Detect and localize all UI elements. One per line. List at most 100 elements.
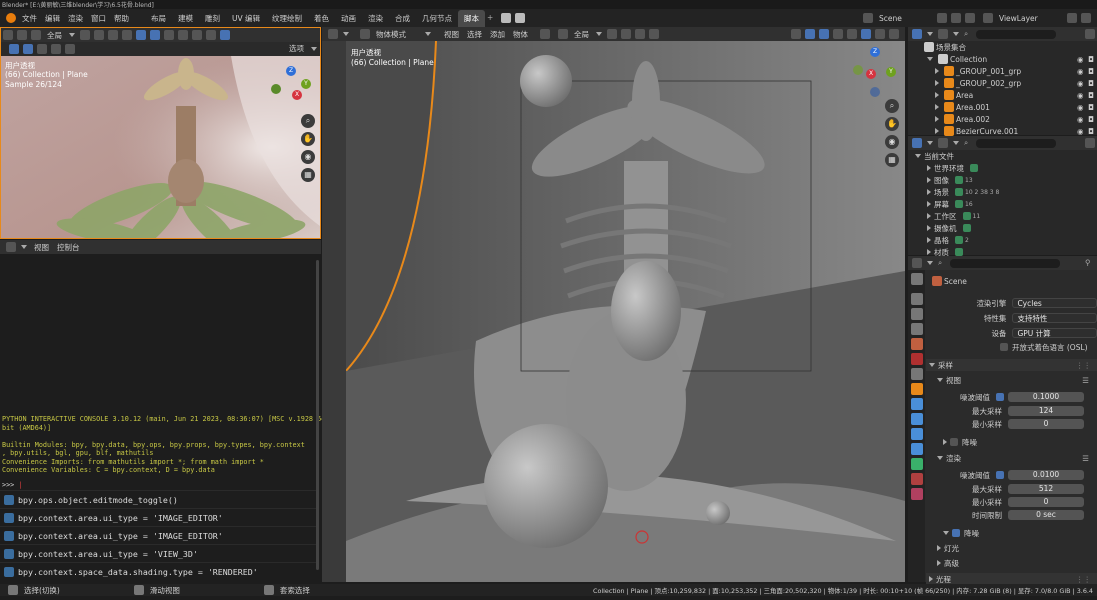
expand-arrow-icon[interactable] (927, 177, 931, 183)
viewport-menu-item-3[interactable]: 物体 (509, 29, 532, 40)
console-scrollbar[interactable] (316, 260, 319, 570)
r-max-samples-field[interactable]: 512 (1008, 484, 1084, 494)
object-tab-icon[interactable] (910, 383, 923, 395)
workspace-tab-7[interactable]: 渲染 (362, 10, 389, 27)
vp-denoise-label[interactable]: 降噪 (958, 437, 981, 448)
expand-arrow-icon[interactable] (935, 80, 939, 86)
blend-root[interactable]: 当前文件 (908, 150, 1097, 162)
view-layer-name[interactable]: ViewLayer (995, 14, 1065, 23)
search-icon[interactable]: ⌕ (964, 29, 974, 39)
workspace-tab-10[interactable]: 脚本 (458, 9, 486, 27)
workspace-tab-2[interactable]: 雕刻 (199, 10, 226, 27)
constraints-tab-icon[interactable] (910, 443, 923, 455)
pivot-icon[interactable] (80, 30, 90, 40)
expand-arrow-icon[interactable] (927, 189, 931, 195)
select-mode-subtract-icon[interactable] (51, 43, 61, 54)
r-noise-threshold-field[interactable]: 0.0100 (1008, 470, 1084, 480)
menu-item-3[interactable]: 窗口 (87, 13, 110, 24)
viewport-menu-item-2[interactable]: 添加 (486, 29, 509, 40)
world-tab-icon[interactable] (910, 353, 923, 365)
osl-checkbox[interactable] (1000, 343, 1008, 351)
search-icon[interactable]: ⌕ (938, 258, 948, 268)
expand-arrow-icon[interactable] (927, 201, 931, 207)
wireframe-shading-icon[interactable] (178, 30, 188, 40)
expand-arrow-icon[interactable] (935, 104, 939, 110)
history-item[interactable]: bpy.context.area.ui_type = 'IMAGE_EDITOR… (0, 526, 318, 544)
workspace-tab-3[interactable]: UV 编辑 (226, 10, 266, 27)
view-layer-tab-icon[interactable] (910, 323, 923, 335)
axis-x-icon[interactable]: X (292, 90, 302, 100)
workspace-tab-8[interactable]: 合成 (389, 10, 416, 27)
eye-icon[interactable]: ◉ (1077, 55, 1085, 64)
axis-gizmo[interactable]: Z Y X (269, 64, 313, 108)
axis-neg-z-icon[interactable] (870, 87, 880, 97)
workspace-tab-4[interactable]: 纹理绘制 (266, 10, 308, 27)
vp-max-samples-field[interactable]: 124 (1008, 406, 1084, 416)
material-shading-icon[interactable] (206, 30, 216, 40)
eye-icon[interactable]: ◉ (1077, 127, 1085, 136)
transform-orientation[interactable]: 全局 (570, 29, 593, 40)
eye-icon[interactable]: ◉ (1077, 79, 1085, 88)
pivot-icon[interactable] (540, 29, 550, 39)
properties-editor-icon[interactable] (912, 258, 922, 268)
expand-arrow-icon[interactable] (927, 165, 931, 171)
feature-set-select[interactable]: 支持特性 (1012, 313, 1097, 323)
material-shading-icon[interactable] (875, 29, 885, 39)
xray-icon[interactable] (833, 29, 843, 39)
viewlayer-new-icon[interactable] (1067, 13, 1077, 23)
visibility-icon[interactable] (791, 29, 801, 39)
render-viewport[interactable]: 全局 选项 用户透视 (66) Collection | Plane Sampl… (0, 27, 321, 239)
vp-denoise-checkbox[interactable] (950, 438, 958, 446)
axis-y-icon[interactable]: Y (301, 79, 311, 89)
axis-neg-y-icon[interactable] (853, 65, 863, 75)
proportional-icon[interactable] (108, 30, 118, 40)
solid-shading-icon[interactable] (192, 30, 202, 40)
eye-icon[interactable]: ◉ (1077, 103, 1085, 112)
display-mode-icon[interactable] (938, 29, 948, 39)
render-camera-icon[interactable]: ◘ (1085, 55, 1097, 64)
workspace-tab-5[interactable]: 着色 (308, 10, 335, 27)
expand-arrow-icon[interactable] (927, 213, 931, 219)
time-limit-field[interactable]: 0 sec (1008, 510, 1084, 520)
expand-arrow-icon[interactable] (935, 116, 939, 122)
menu-item-2[interactable]: 渲染 (64, 13, 87, 24)
pin-icon[interactable] (937, 13, 947, 23)
r-min-samples-field[interactable]: 0 (1008, 497, 1084, 507)
console-prompt[interactable]: >>> | (2, 481, 22, 490)
properties-search-input[interactable] (950, 258, 1060, 268)
visibility-icon[interactable] (122, 30, 132, 40)
axis-gizmo[interactable]: Z Y X (850, 47, 900, 97)
axis-z-icon[interactable]: Z (870, 47, 880, 57)
expand-arrow-icon[interactable] (927, 249, 931, 255)
history-item[interactable]: bpy.context.area.ui_type = 'IMAGE_EDITOR… (0, 508, 318, 526)
r-denoise-label[interactable]: 降噪 (960, 528, 983, 539)
workspace-tab-1[interactable]: 建模 (172, 10, 199, 27)
zoom-icon[interactable]: ⌕ (301, 114, 315, 128)
fullscreen-icon[interactable] (515, 13, 526, 23)
filter-icon[interactable] (1085, 29, 1095, 39)
data-tab-icon[interactable] (910, 458, 923, 470)
blend-item[interactable]: 图像 13 (908, 174, 1097, 186)
blend-item[interactable]: 世界环境 (908, 162, 1097, 174)
viewport-subpanel-title[interactable]: 视图 (946, 375, 961, 386)
blend-item[interactable]: 晶格 2 (908, 234, 1097, 246)
menu-item-0[interactable]: 文件 (18, 13, 41, 24)
viewport-menu-item-1[interactable]: 选择 (463, 29, 486, 40)
render-engine-select[interactable]: Cycles (1012, 298, 1097, 308)
expand-arrow-icon[interactable] (935, 92, 939, 98)
blend-item[interactable]: 工作区 11 (908, 210, 1097, 222)
console-menu-item-0[interactable]: 视图 (30, 242, 53, 253)
mode-select[interactable]: 物体模式 (372, 29, 422, 40)
snap-icon[interactable] (621, 29, 631, 39)
render-subpanel-title[interactable]: 渲染 (946, 453, 961, 464)
camera-icon[interactable]: ◉ (301, 150, 315, 164)
wireframe-shading-icon[interactable] (847, 29, 857, 39)
display-mode-icon[interactable] (938, 138, 948, 148)
select-mode-new-icon[interactable] (23, 43, 33, 54)
r-denoise-checkbox[interactable] (952, 529, 960, 537)
rendered-shading-icon[interactable] (889, 29, 899, 39)
outliner-item[interactable]: Collection ◉ ◘ (908, 53, 1097, 65)
solid-shading-icon[interactable] (861, 29, 871, 39)
render-camera-icon[interactable]: ◘ (1085, 103, 1097, 112)
particles-tab-icon[interactable] (910, 413, 923, 425)
